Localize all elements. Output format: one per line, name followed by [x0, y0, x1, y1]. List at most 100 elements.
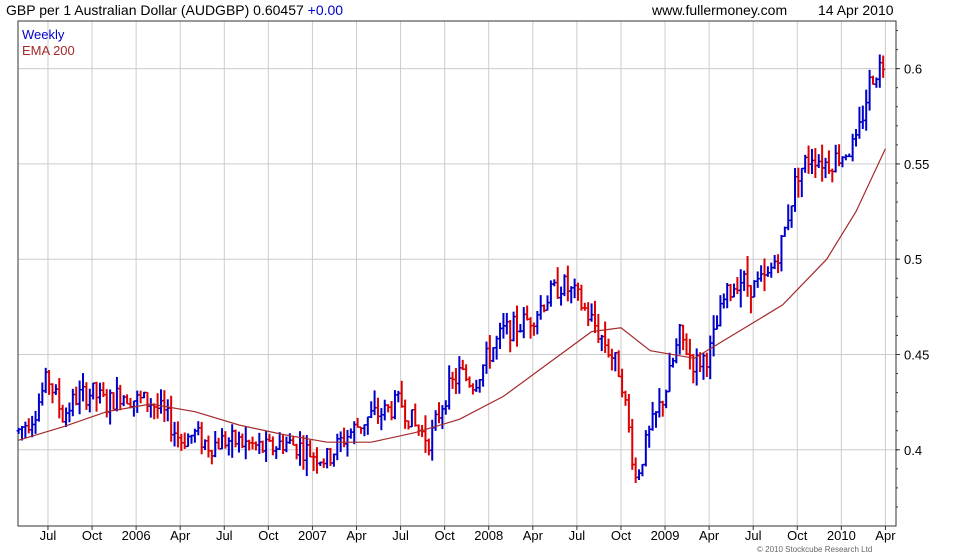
- ohlc-bar: [270, 436, 275, 456]
- ohlc-bar: [426, 438, 431, 456]
- ohlc-bar: [677, 324, 682, 355]
- ohlc-bar: [84, 382, 89, 410]
- x-tick-label: Jul: [745, 528, 762, 543]
- ohlc-bar: [728, 283, 733, 302]
- ohlc-bar: [430, 419, 435, 461]
- ohlc-bar: [145, 391, 150, 413]
- ohlc-bar: [94, 381, 99, 412]
- ohlc-bar: [423, 415, 428, 453]
- ohlc-bar: [64, 407, 69, 428]
- ohlc-bar: [291, 436, 296, 446]
- ohlc-bar: [711, 315, 716, 357]
- ohlc-bar: [589, 303, 594, 322]
- ohlc-bar: [314, 447, 319, 474]
- ohlc-bar: [748, 285, 753, 314]
- ohlc-bar: [555, 267, 560, 299]
- ohlc-bar: [881, 55, 886, 78]
- ohlc-bar: [599, 334, 604, 352]
- x-tick-label: 2010: [827, 528, 856, 543]
- ohlc-bar: [718, 295, 723, 327]
- ohlc-bar: [297, 431, 302, 466]
- price-chart: 0.4 0.45 0.5 0.55 0.6 Jul Oct 2006 Apr Jul Oct 200…: [16, 20, 929, 543]
- x-tick-label: Jul: [569, 528, 586, 543]
- ohlc-bar: [175, 421, 180, 448]
- x-tick-label: Oct: [611, 528, 632, 543]
- ohlc-bar: [294, 443, 299, 460]
- ohlc-bar: [409, 409, 414, 428]
- ohlc-bar: [830, 168, 835, 183]
- ohlc-bar: [111, 392, 116, 411]
- ohlc-bar: [850, 133, 855, 162]
- x-tick-label: 2009: [651, 528, 680, 543]
- y-tick-label: 0.55: [904, 157, 929, 172]
- x-tick-label: Jul: [392, 528, 409, 543]
- ohlc-bar: [484, 341, 489, 374]
- ohlc-bar: [131, 400, 136, 417]
- ohlc-bar: [308, 440, 313, 458]
- ohlc-bar: [504, 312, 509, 335]
- x-tick-label: Apr: [523, 528, 544, 543]
- ohlc-bar: [243, 426, 248, 460]
- ohlc-bar: [704, 352, 709, 377]
- ohlc-bar: [87, 388, 92, 413]
- ohlc-bar: [403, 399, 408, 429]
- ohlc-bars: [16, 54, 886, 484]
- ohlc-bar: [860, 105, 865, 129]
- ohlc-bar: [26, 418, 31, 434]
- ohlc-bar: [257, 432, 262, 455]
- ohlc-bar: [114, 376, 119, 412]
- ohlc-bar: [33, 410, 38, 434]
- ohlc-bar: [23, 421, 28, 439]
- ohlc-bar: [725, 282, 730, 309]
- ohlc-bar: [572, 278, 577, 299]
- ohlc-bar: [362, 424, 367, 437]
- ohlc-bar: [806, 145, 811, 174]
- ohlc-bar: [603, 321, 608, 353]
- ohlc-bar: [348, 428, 353, 439]
- ohlc-bar: [369, 401, 374, 419]
- x-tick-label: Jul: [216, 528, 233, 543]
- ohlc-bar: [670, 357, 675, 368]
- ohlc-bar: [793, 168, 798, 212]
- copyright-text: © 2010 Stockcube Research Ltd: [757, 545, 873, 554]
- ohlc-bar: [854, 129, 859, 147]
- ohlc-bar: [637, 469, 642, 481]
- ohlc-bar: [765, 266, 770, 277]
- ohlc-bar: [304, 435, 309, 477]
- ohlc-bar: [565, 265, 570, 302]
- ohlc-bar: [172, 421, 177, 447]
- ohlc-bar: [799, 167, 804, 198]
- ohlc-bar: [30, 415, 35, 438]
- x-tick-label: Oct: [435, 528, 456, 543]
- ohlc-bar: [630, 418, 635, 470]
- ohlc-bar: [542, 304, 547, 313]
- ohlc-bar: [335, 433, 340, 461]
- ohlc-bar: [721, 293, 726, 309]
- ohlc-bar: [684, 333, 689, 356]
- x-tick-label: Jul: [40, 528, 57, 543]
- ohlc-bar: [230, 424, 235, 458]
- ohlc-bar: [681, 324, 686, 351]
- ohlc-bar: [633, 457, 638, 484]
- ohlc-bar: [247, 439, 252, 451]
- ohlc-bar: [864, 89, 869, 131]
- ohlc-bar: [592, 300, 597, 334]
- ohlc-bar: [60, 404, 65, 423]
- ohlc-bar: [331, 453, 336, 467]
- ohlc-bar: [786, 204, 791, 231]
- ohlc-bar: [470, 383, 475, 395]
- ohlc-bar: [640, 463, 645, 477]
- ohlc-bar: [97, 382, 102, 404]
- ohlc-bar: [857, 106, 862, 139]
- x-tick-label: Apr: [346, 528, 367, 543]
- ohlc-bar: [118, 384, 123, 411]
- ohlc-bar: [325, 447, 330, 469]
- ohlc-bar: [209, 450, 214, 465]
- ohlc-bar: [745, 256, 750, 297]
- y-axis: 0.4 0.45 0.5 0.55 0.6: [896, 30, 929, 508]
- ohlc-bar: [345, 429, 350, 457]
- ohlc-bar: [253, 441, 258, 451]
- ohlc-bar: [820, 144, 825, 182]
- ohlc-bar: [779, 234, 784, 272]
- ohlc-bar: [609, 348, 614, 371]
